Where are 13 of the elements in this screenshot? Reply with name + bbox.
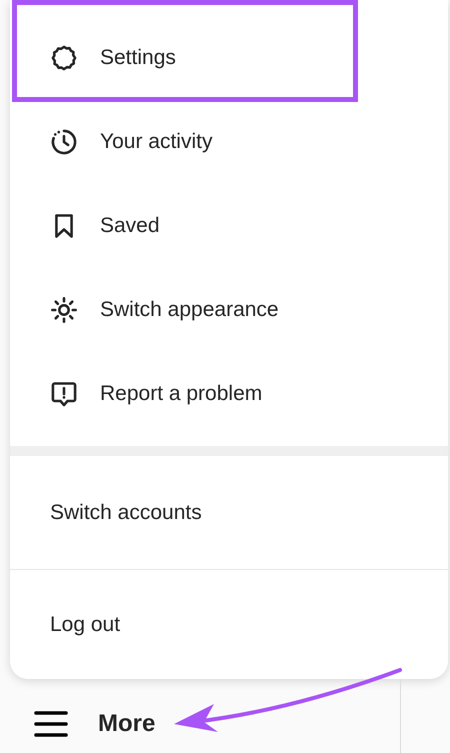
gear-icon — [50, 44, 78, 72]
menu-item[interactable]: Saved — [10, 196, 160, 256]
menu-icon — [34, 710, 68, 738]
menu-item[interactable]: Settings — [10, 28, 176, 88]
menu-item[interactable]: Your activity — [10, 112, 212, 172]
menu-item[interactable]: Switch accounts — [10, 496, 202, 528]
activity-clock-icon — [50, 128, 78, 156]
sun-icon — [50, 296, 78, 324]
menu-item[interactable]: Report a problem — [10, 364, 262, 424]
more-button[interactable]: More — [34, 706, 156, 742]
menu-item[interactable]: Log out — [10, 608, 120, 640]
report-icon — [50, 380, 78, 408]
menu-item[interactable]: Switch appearance — [10, 280, 279, 340]
